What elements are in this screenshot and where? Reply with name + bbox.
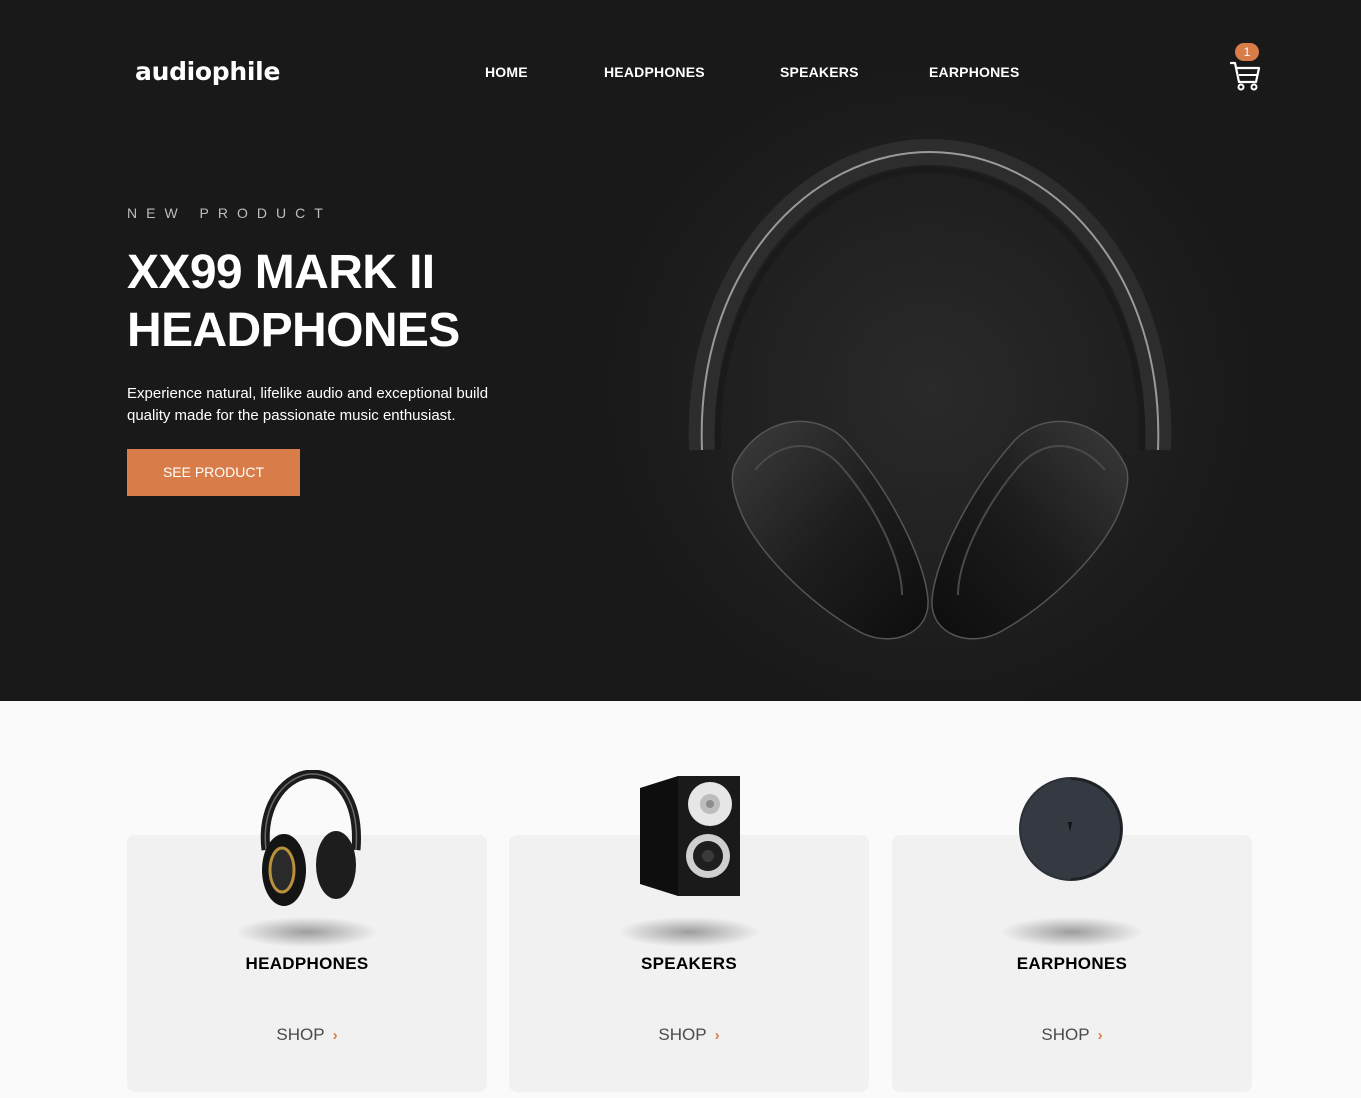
hero-title: XX99 MARK II HEADPHONES bbox=[127, 244, 547, 360]
shop-label: SHOP bbox=[1041, 1025, 1090, 1044]
chevron-right-icon: › bbox=[1097, 1027, 1103, 1044]
shop-link[interactable]: SHOP › bbox=[509, 1025, 869, 1045]
product-shadow bbox=[237, 917, 377, 947]
category-title: EARPHONES bbox=[1016, 954, 1128, 973]
nav-link-home[interactable]: HOME bbox=[485, 64, 528, 80]
shop-label: SHOP bbox=[658, 1025, 707, 1044]
hero-overline: NEW PRODUCT bbox=[127, 205, 332, 221]
speakers-category-image bbox=[640, 776, 740, 896]
hero-section: audiophile HOME HEADPHONES SPEAKERS EARP… bbox=[0, 0, 1361, 701]
chevron-right-icon: › bbox=[714, 1027, 720, 1044]
chevron-right-icon: › bbox=[332, 1027, 338, 1044]
shop-label: SHOP bbox=[276, 1025, 325, 1044]
headphones-category-image bbox=[260, 770, 361, 906]
see-product-button[interactable]: SEE PRODUCT bbox=[127, 449, 300, 496]
product-shadow bbox=[619, 917, 759, 947]
cart-icon[interactable] bbox=[1228, 56, 1262, 92]
shop-link[interactable]: SHOP › bbox=[127, 1025, 487, 1045]
hero-title-line-2: HEADPHONES bbox=[127, 304, 460, 357]
nav-link-speakers[interactable]: SPEAKERS bbox=[780, 64, 859, 80]
cart-count-badge: 1 bbox=[1235, 43, 1259, 61]
earphones-category-image bbox=[1019, 777, 1123, 881]
product-shadow bbox=[1002, 917, 1142, 947]
category-title: SPEAKERS bbox=[641, 954, 737, 973]
logo[interactable]: audiophile bbox=[135, 57, 280, 86]
hero-headphones-image bbox=[688, 138, 1172, 640]
nav-link-headphones[interactable]: HEADPHONES bbox=[604, 64, 705, 80]
category-title: HEADPHONES bbox=[245, 954, 369, 973]
shop-link[interactable]: SHOP › bbox=[892, 1025, 1252, 1045]
hero-description: Experience natural, lifelike audio and e… bbox=[127, 385, 489, 424]
hero-title-line-1: XX99 MARK II bbox=[127, 246, 435, 299]
nav-link-earphones[interactable]: EARPHONES bbox=[929, 64, 1019, 80]
